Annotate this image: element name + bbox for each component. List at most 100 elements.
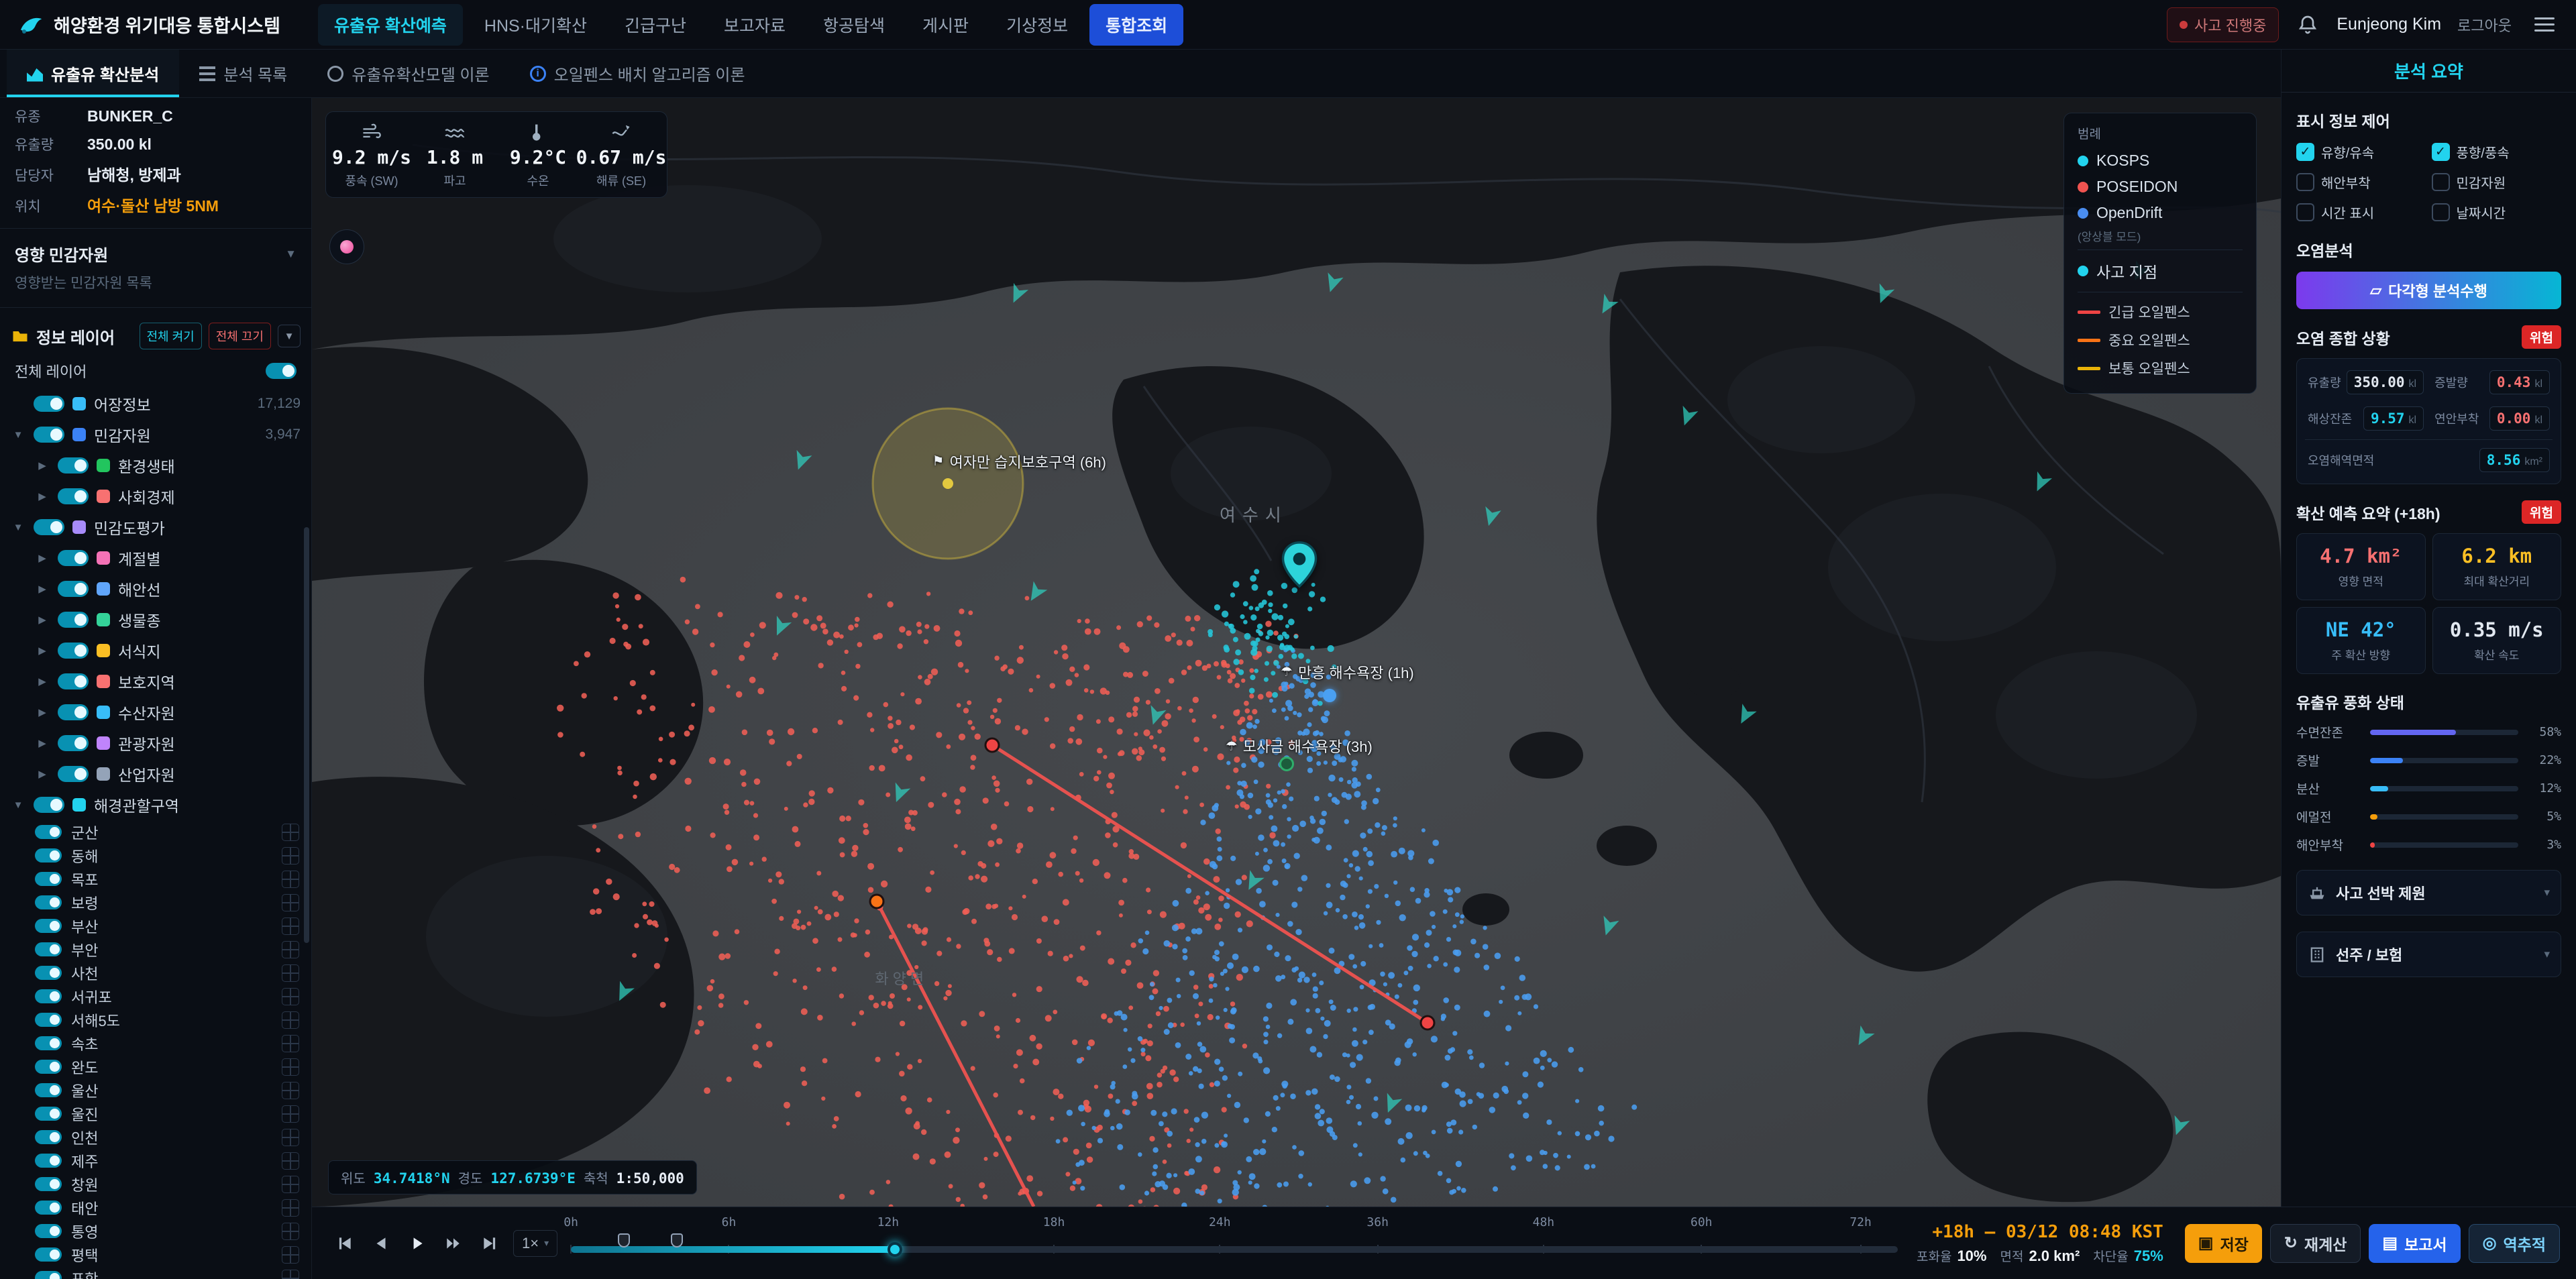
skip-start-button[interactable]	[328, 1227, 362, 1260]
layer-row-0[interactable]: 어장정보17,129	[0, 388, 311, 419]
region-row-13[interactable]: 인천	[0, 1125, 311, 1149]
region-toggle[interactable]	[35, 919, 62, 933]
display-option-3[interactable]: 민감자원	[2432, 172, 2562, 192]
fast-forward-button[interactable]	[437, 1227, 470, 1260]
region-row-6[interactable]: 사천	[0, 961, 311, 985]
beach-marker-1[interactable]	[1323, 689, 1336, 702]
layer-toggle[interactable]	[34, 797, 64, 813]
all-layers-on-button[interactable]: 전체 켜기	[140, 323, 202, 349]
layer-toggle[interactable]	[58, 673, 89, 689]
region-row-11[interactable]: 울산	[0, 1078, 311, 1102]
region-map-button[interactable]	[282, 1105, 299, 1123]
checkbox-icon[interactable]	[2296, 203, 2314, 221]
caret-right-icon[interactable]: ▶	[35, 583, 50, 595]
region-map-button[interactable]	[282, 964, 299, 982]
incident-location-pin[interactable]	[1281, 541, 1318, 591]
layer-row-3[interactable]: ▶사회경제	[0, 481, 311, 512]
region-row-15[interactable]: 창원	[0, 1172, 311, 1196]
region-map-button[interactable]	[282, 847, 299, 865]
region-toggle[interactable]	[35, 825, 62, 839]
layer-row-13[interactable]: ▼해경관할구역	[0, 789, 311, 820]
caret-down-icon[interactable]: ▼	[11, 429, 25, 441]
region-row-3[interactable]: 보령	[0, 891, 311, 914]
caret-right-icon[interactable]: ▶	[35, 645, 50, 657]
layer-toggle[interactable]	[34, 519, 64, 535]
region-toggle[interactable]	[35, 966, 62, 980]
incident-status-badge[interactable]: 사고 진행중	[2167, 7, 2279, 42]
tab-3[interactable]: 오일펜스 배치 알고리즘 이론	[510, 50, 765, 97]
region-row-12[interactable]: 울진	[0, 1102, 311, 1125]
nav-item-6[interactable]: 기상정보	[990, 4, 1084, 46]
display-option-4[interactable]: 시간 표시	[2296, 203, 2426, 222]
polygon-analysis-button[interactable]: ▱ 다각형 분석수행	[2296, 272, 2561, 309]
region-map-button[interactable]	[282, 1129, 299, 1146]
region-map-button[interactable]	[282, 1011, 299, 1029]
region-row-19[interactable]: 포항	[0, 1266, 311, 1279]
skip-end-button[interactable]	[473, 1227, 506, 1260]
caret-down-icon[interactable]: ▼	[11, 799, 25, 811]
nav-item-4[interactable]: 항공탐색	[807, 4, 901, 46]
region-row-1[interactable]: 동해	[0, 844, 311, 867]
region-toggle[interactable]	[35, 1154, 62, 1168]
region-toggle[interactable]	[35, 872, 62, 886]
region-toggle[interactable]	[35, 848, 62, 863]
layer-row-9[interactable]: ▶보호지역	[0, 666, 311, 697]
checkbox-icon[interactable]	[2432, 203, 2450, 221]
region-row-5[interactable]: 부안	[0, 938, 311, 961]
play-button[interactable]	[400, 1227, 434, 1260]
region-row-16[interactable]: 태안	[0, 1196, 311, 1219]
region-map-button[interactable]	[282, 917, 299, 935]
region-toggle[interactable]	[35, 989, 62, 1003]
timeline-handle[interactable]	[888, 1242, 902, 1257]
region-toggle[interactable]	[35, 1036, 62, 1050]
layer-toggle[interactable]	[58, 643, 89, 659]
step-back-button[interactable]	[364, 1227, 398, 1260]
caret-right-icon[interactable]: ▶	[35, 675, 50, 687]
sidebar-scrollbar[interactable]	[304, 527, 309, 943]
layer-toggle[interactable]	[34, 396, 64, 412]
owner-insurance-section[interactable]: 선주 / 보험 ▾	[2296, 932, 2561, 977]
display-option-2[interactable]: 해안부착	[2296, 172, 2426, 192]
region-row-9[interactable]: 속초	[0, 1032, 311, 1055]
region-map-button[interactable]	[282, 1270, 299, 1279]
region-toggle[interactable]	[35, 1060, 62, 1074]
region-map-button[interactable]	[282, 1176, 299, 1193]
region-row-14[interactable]: 제주	[0, 1149, 311, 1172]
checkbox-checked-icon[interactable]: ✓	[2296, 143, 2314, 161]
region-toggle[interactable]	[35, 1201, 62, 1215]
region-map-button[interactable]	[282, 1152, 299, 1170]
checkbox-icon[interactable]	[2432, 173, 2450, 191]
layer-toggle[interactable]	[58, 550, 89, 566]
map-canvas[interactable]	[312, 98, 2281, 1207]
display-option-1[interactable]: ✓풍향/풍속	[2432, 142, 2562, 162]
region-toggle[interactable]	[35, 1271, 62, 1279]
checkbox-icon[interactable]	[2296, 173, 2314, 191]
layer-toggle[interactable]	[34, 427, 64, 443]
layer-row-8[interactable]: ▶서식지	[0, 635, 311, 666]
region-row-4[interactable]: 부산	[0, 914, 311, 938]
app-logo[interactable]: 해양환경 위기대응 통합시스템	[17, 11, 280, 38]
checkbox-checked-icon[interactable]: ✓	[2432, 143, 2450, 161]
caret-right-icon[interactable]: ▶	[35, 706, 50, 718]
region-row-8[interactable]: 서해5도	[0, 1008, 311, 1032]
impact-section-header[interactable]: 영향 민감자원 ▼	[0, 237, 311, 271]
region-row-7[interactable]: 서귀포	[0, 985, 311, 1008]
layer-row-5[interactable]: ▶계절별	[0, 543, 311, 573]
layer-toggle[interactable]	[58, 612, 89, 628]
layer-row-7[interactable]: ▶생물종	[0, 604, 311, 635]
nav-item-5[interactable]: 게시판	[906, 4, 985, 46]
layer-row-6[interactable]: ▶해안선	[0, 573, 311, 604]
caret-right-icon[interactable]: ▶	[35, 768, 50, 780]
layer-row-12[interactable]: ▶산업자원	[0, 759, 311, 789]
nav-item-0[interactable]: 유출유 확산예측	[318, 4, 463, 46]
timeline-event-marker[interactable]	[618, 1233, 630, 1247]
ship-info-section[interactable]: 사고 선박 제원 ▾	[2296, 870, 2561, 915]
nav-item-1[interactable]: HNS·대기확산	[468, 4, 603, 46]
all-layers-off-button[interactable]: 전체 끄기	[209, 323, 271, 349]
region-map-button[interactable]	[282, 871, 299, 888]
tab-2[interactable]: 유출유확산모델 이론	[307, 50, 509, 97]
region-toggle[interactable]	[35, 1224, 62, 1238]
layer-row-10[interactable]: ▶수산자원	[0, 697, 311, 728]
timeline-event-marker[interactable]	[671, 1233, 683, 1247]
layer-toggle[interactable]	[58, 457, 89, 474]
